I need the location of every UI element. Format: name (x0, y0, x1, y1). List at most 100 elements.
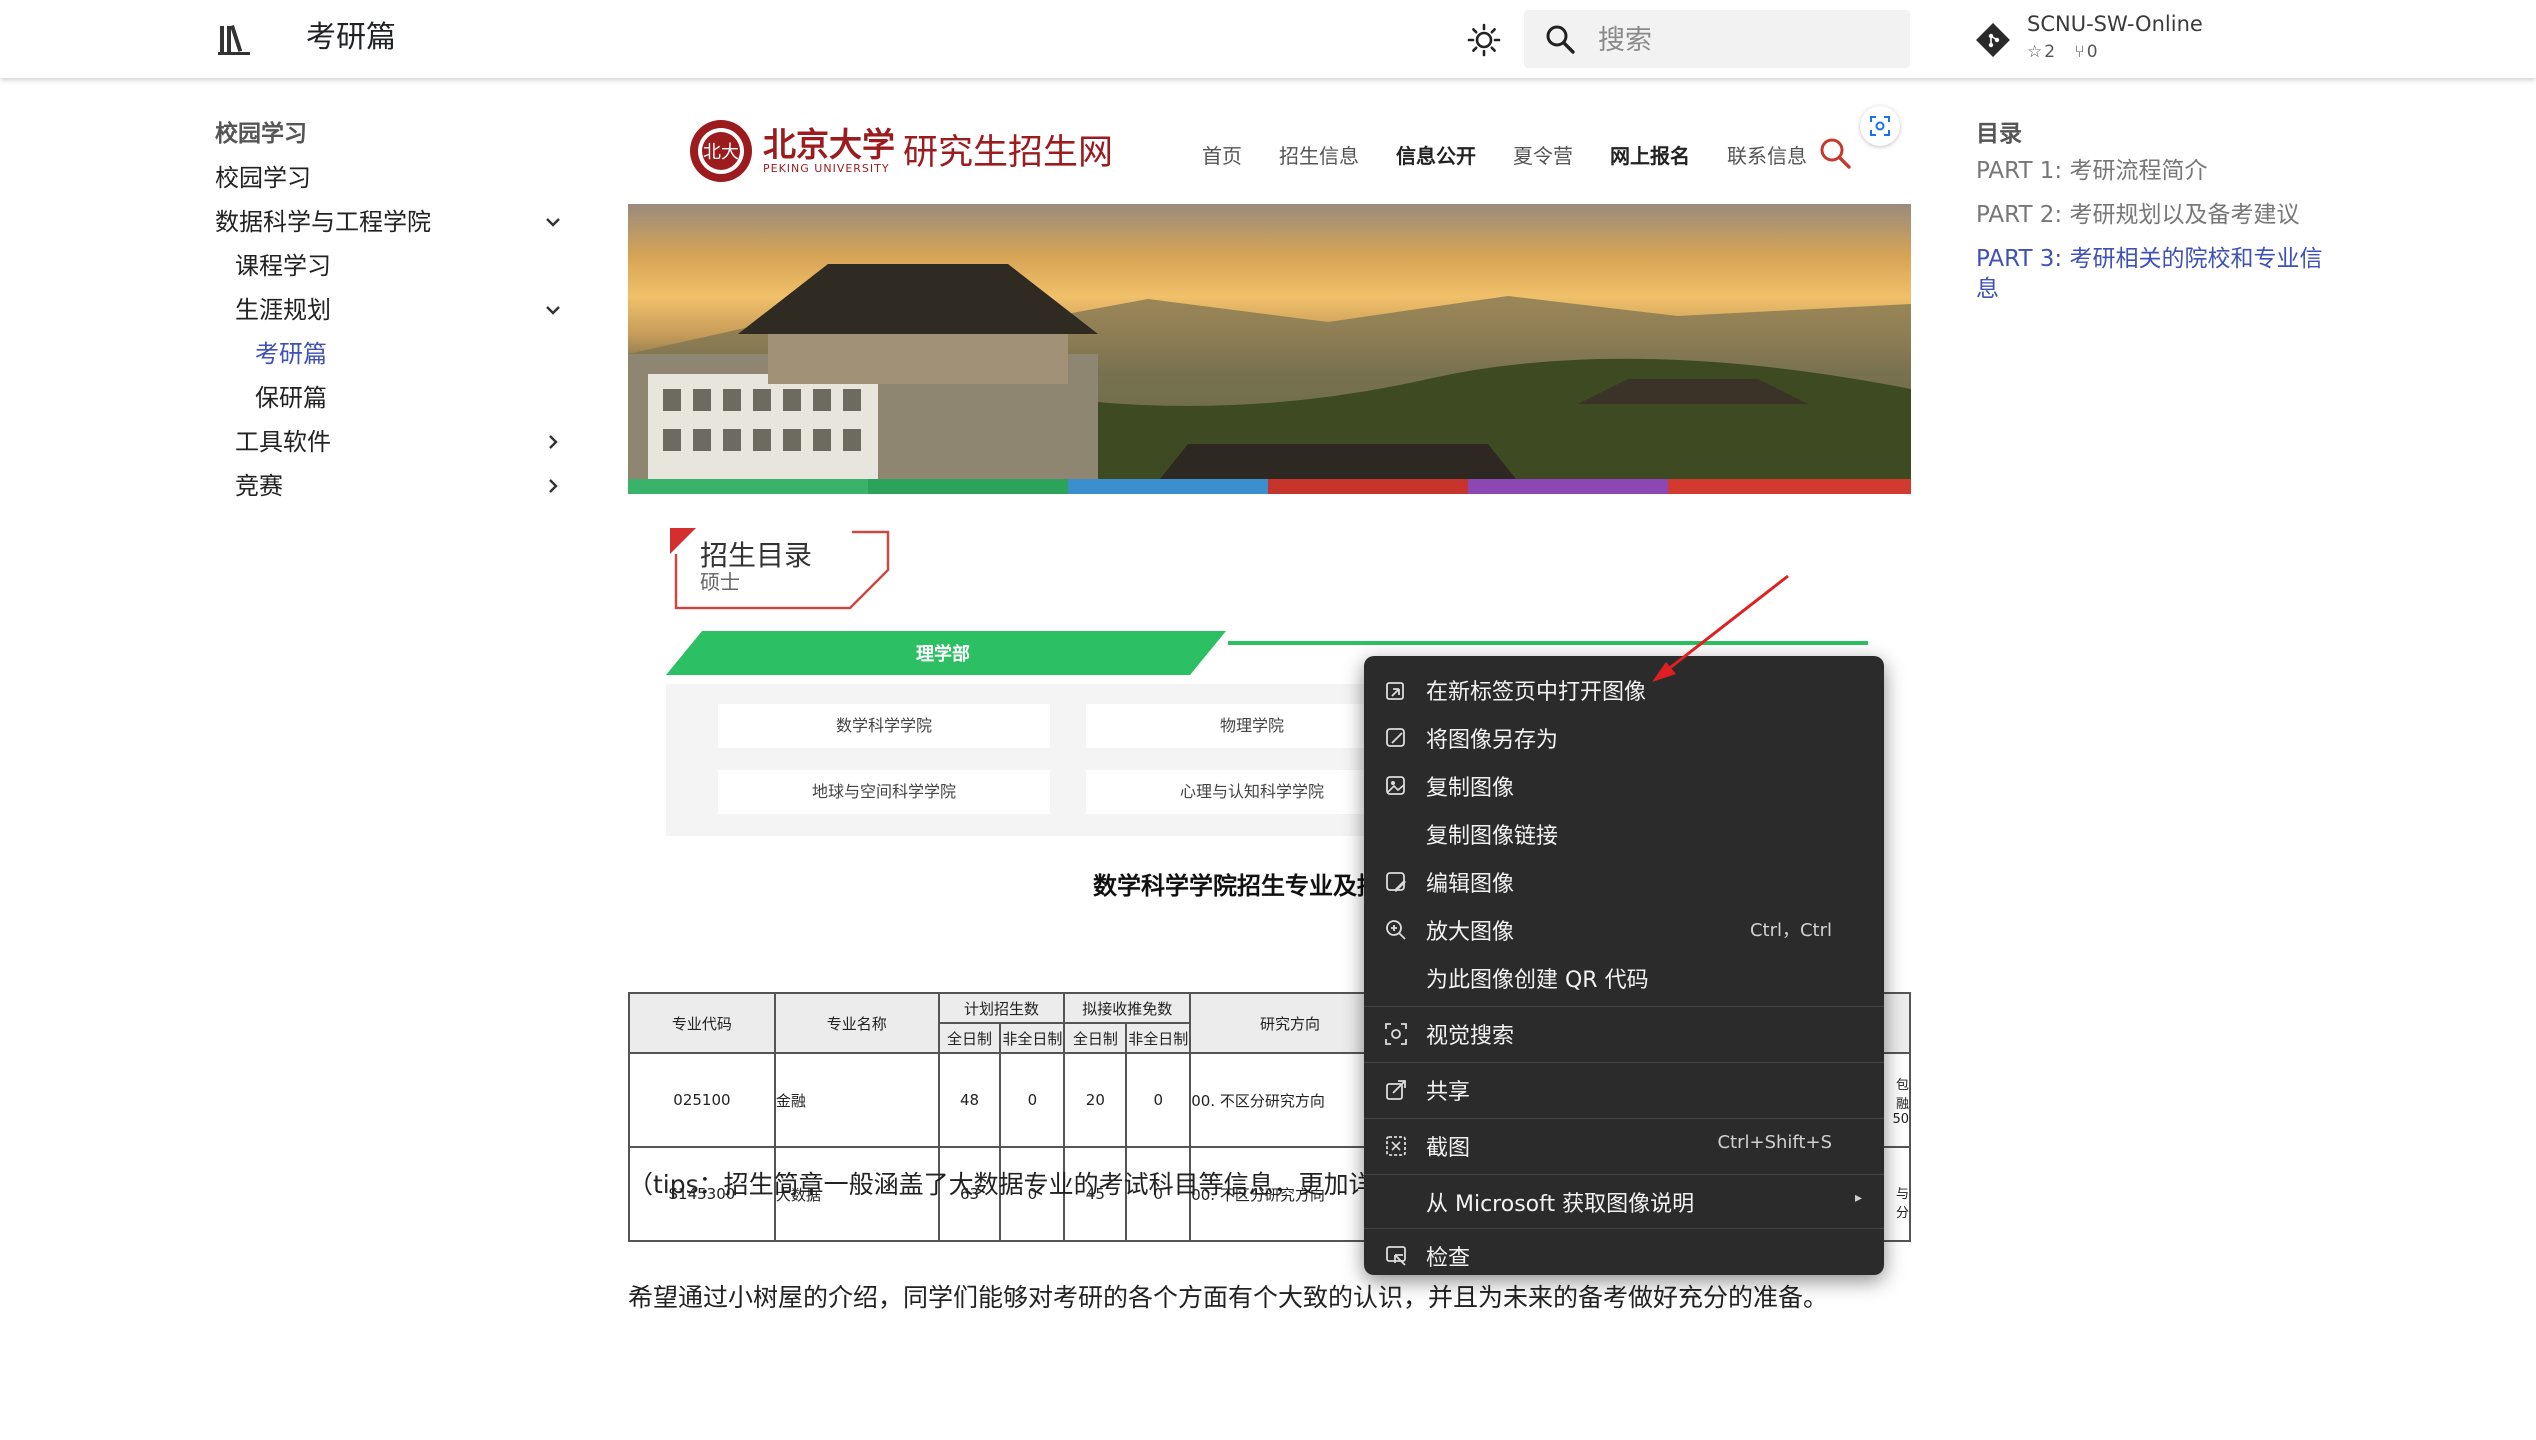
menu-edit-image[interactable]: 编辑图像 (1364, 858, 1884, 904)
toc-item-part2[interactable]: PART 2: 考研规划以及备考建议 (1976, 200, 2336, 230)
menu-copy-image[interactable]: 复制图像 (1364, 762, 1884, 808)
nav-item-tools[interactable]: 工具软件 (215, 420, 575, 464)
table-cell: 48 (937, 1052, 1002, 1148)
nav-item-campus-study[interactable]: 校园学习 (215, 156, 575, 200)
menu-inspect[interactable]: 检查 (1364, 1232, 1884, 1278)
screenshot-icon (1386, 1136, 1406, 1156)
menu-screenshot[interactable]: 截图 Ctrl+Shift+S (1364, 1122, 1884, 1168)
nav-item-label: 工具软件 (235, 428, 331, 456)
school-cell: 地球与空间科学学院 (718, 770, 1050, 814)
school-grid: 数学科学学院 物理学院 地球与空间科学学院 心理与认知科学学院 (666, 684, 1426, 836)
menu-create-qr-code[interactable]: 为此图像创建 QR 代码 (1364, 954, 1884, 1000)
copy-image-icon (1386, 776, 1405, 795)
menu-label: 在新标签页中打开图像 (1426, 680, 1647, 705)
embedded-screenshot-header: 北大 北京大学 PEKING UNIVERSITY 研究生招生网 首页 招生信息… (628, 106, 1911, 204)
menu-shortcut: Ctrl+Shift+S (1717, 1132, 1832, 1153)
nav-item-label: 数据科学与工程学院 (215, 208, 431, 236)
chevron-right-icon[interactable] (543, 476, 563, 496)
table-cell: 0 (999, 1052, 1066, 1148)
share-icon (1386, 1080, 1406, 1100)
table-of-contents: 目录 PART 1: 考研流程简介 PART 2: 考研规划以及备考建议 PAR… (1976, 112, 2336, 318)
chevron-down-icon[interactable] (543, 300, 563, 320)
search-icon (1820, 138, 1851, 169)
visual-search-button[interactable] (1860, 106, 1900, 146)
nav-item-label: 生涯规划 (235, 296, 331, 324)
menu-open-image-new-tab[interactable]: 在新标签页中打开图像 (1364, 666, 1884, 712)
school-cell: 数学科学学院 (718, 704, 1050, 748)
nav-section-heading: 校园学习 (215, 121, 307, 147)
menu-copy-image-link[interactable]: 复制图像链接 (1364, 810, 1884, 856)
menu-separator (1364, 1118, 1884, 1119)
table-header: 专业代码 (628, 992, 776, 1054)
sidebar-nav: 校园学习 校园学习 数据科学与工程学院 课程学习 生涯规划 考研篇 保研篇 工具… (215, 112, 575, 508)
table-cell: 00. 不区分研究方向 (1189, 1052, 1391, 1148)
menu-label: 编辑图像 (1426, 872, 1515, 897)
submenu-arrow-icon: ▸ (1854, 1190, 1862, 1206)
search-box[interactable] (1524, 10, 1910, 68)
nav-item-dse-school[interactable]: 数据科学与工程学院 (215, 200, 575, 244)
inspect-icon (1386, 1246, 1406, 1266)
svg-text:北大: 北大 (703, 142, 739, 163)
table-subheader: 全日制 (1063, 1022, 1128, 1054)
visual-search-icon (1385, 1023, 1407, 1045)
menu-get-image-description[interactable]: 从 Microsoft 获取图像说明 ▸ (1364, 1178, 1884, 1224)
top-header: 考研篇 SCNU-SW-Online ☆2 ⑂0 (0, 0, 2536, 78)
pku-nav: 首页 招生信息 信息公开 夏令营 网上报名 联系信息 (1202, 140, 1807, 169)
git-diamond-icon (1976, 23, 2010, 57)
menu-label: 复制图像 (1426, 776, 1515, 801)
table-header: 专业名称 (773, 992, 940, 1054)
menu-label: 从 Microsoft 获取图像说明 (1426, 1192, 1695, 1217)
toc-heading: 目录 (1976, 121, 2022, 147)
table-header: 计划招生数 (937, 992, 1066, 1024)
search-input[interactable] (1596, 19, 1900, 61)
table-header: 研究方向 (1189, 992, 1391, 1054)
menu-separator (1364, 1062, 1884, 1063)
fork-icon: ⑂ (2074, 42, 2085, 62)
pku-name: 北京大学 (763, 125, 895, 164)
brightness-icon[interactable] (1467, 23, 1501, 57)
nav-item-career-planning[interactable]: 生涯规划 (215, 288, 575, 332)
campus-banner-image[interactable] (628, 204, 1911, 494)
menu-label: 放大图像 (1426, 920, 1515, 945)
pku-nav-item: 招生信息 (1279, 144, 1359, 168)
nav-item-contests[interactable]: 竞赛 (215, 464, 575, 508)
nav-item-label: 竞赛 (235, 472, 283, 500)
pku-nav-item: 信息公开 (1396, 144, 1476, 168)
zoom-in-icon (1386, 920, 1406, 940)
nav-item-kaoyan[interactable]: 考研篇 (215, 332, 575, 376)
menu-shortcut: Ctrl，Ctrl (1749, 920, 1832, 941)
menu-save-image-as[interactable]: 将图像另存为 (1364, 714, 1884, 760)
menu-label: 视觉搜索 (1426, 1024, 1515, 1049)
menu-zoom-image[interactable]: 放大图像 Ctrl，Ctrl (1364, 906, 1884, 952)
table-subheader: 全日制 (937, 1022, 1002, 1054)
nav-item-baoyan[interactable]: 保研篇 (215, 376, 575, 420)
annotation-arrow-icon (1652, 574, 1789, 682)
repo-link[interactable]: SCNU-SW-Online ☆ 2 ⑂ 0 (1975, 12, 2215, 68)
table-cell: 0 (1125, 1052, 1192, 1148)
menu-share[interactable]: 共享 (1364, 1066, 1884, 1112)
page-title: 考研篇 (306, 20, 396, 55)
chevron-down-icon[interactable] (543, 212, 563, 232)
catalog-subtitle: 硕士 (700, 570, 740, 594)
pku-name-en: PEKING UNIVERSITY (763, 162, 890, 175)
table-subheader: 非全日制 (999, 1022, 1066, 1054)
library-books-icon[interactable] (218, 22, 250, 56)
open-new-tab-icon (1386, 682, 1404, 700)
toc-item-part1[interactable]: PART 1: 考研流程简介 (1976, 156, 2336, 186)
table-cell: 025100 (628, 1052, 776, 1148)
image-context-menu: 在新标签页中打开图像 将图像另存为 复制图像 复制图像链接 编辑图像 放大图像 … (1364, 656, 1884, 1275)
pku-nav-item: 夏令营 (1513, 144, 1573, 168)
nav-item-course-study[interactable]: 课程学习 (215, 244, 575, 288)
menu-label: 将图像另存为 (1426, 728, 1559, 753)
department-label: 理学部 (916, 644, 970, 665)
menu-separator (1364, 1006, 1884, 1007)
magnify-icon (1546, 25, 1575, 54)
toc-item-part3[interactable]: PART 3: 考研相关的院校和专业信息 (1976, 244, 2336, 304)
closing-paragraph: 希望通过小树屋的介绍，同学们能够对考研的各个方面有个大致的认识，并且为未来的备考… (628, 1283, 1829, 1312)
menu-visual-search[interactable]: 视觉搜索 (1364, 1010, 1884, 1056)
menu-label: 复制图像链接 (1426, 824, 1559, 849)
pku-seal-logo: 北大 (690, 120, 752, 182)
chevron-right-icon[interactable] (543, 432, 563, 452)
pku-nav-item: 网上报名 (1610, 144, 1690, 168)
menu-label: 为此图像创建 QR 代码 (1426, 968, 1649, 993)
